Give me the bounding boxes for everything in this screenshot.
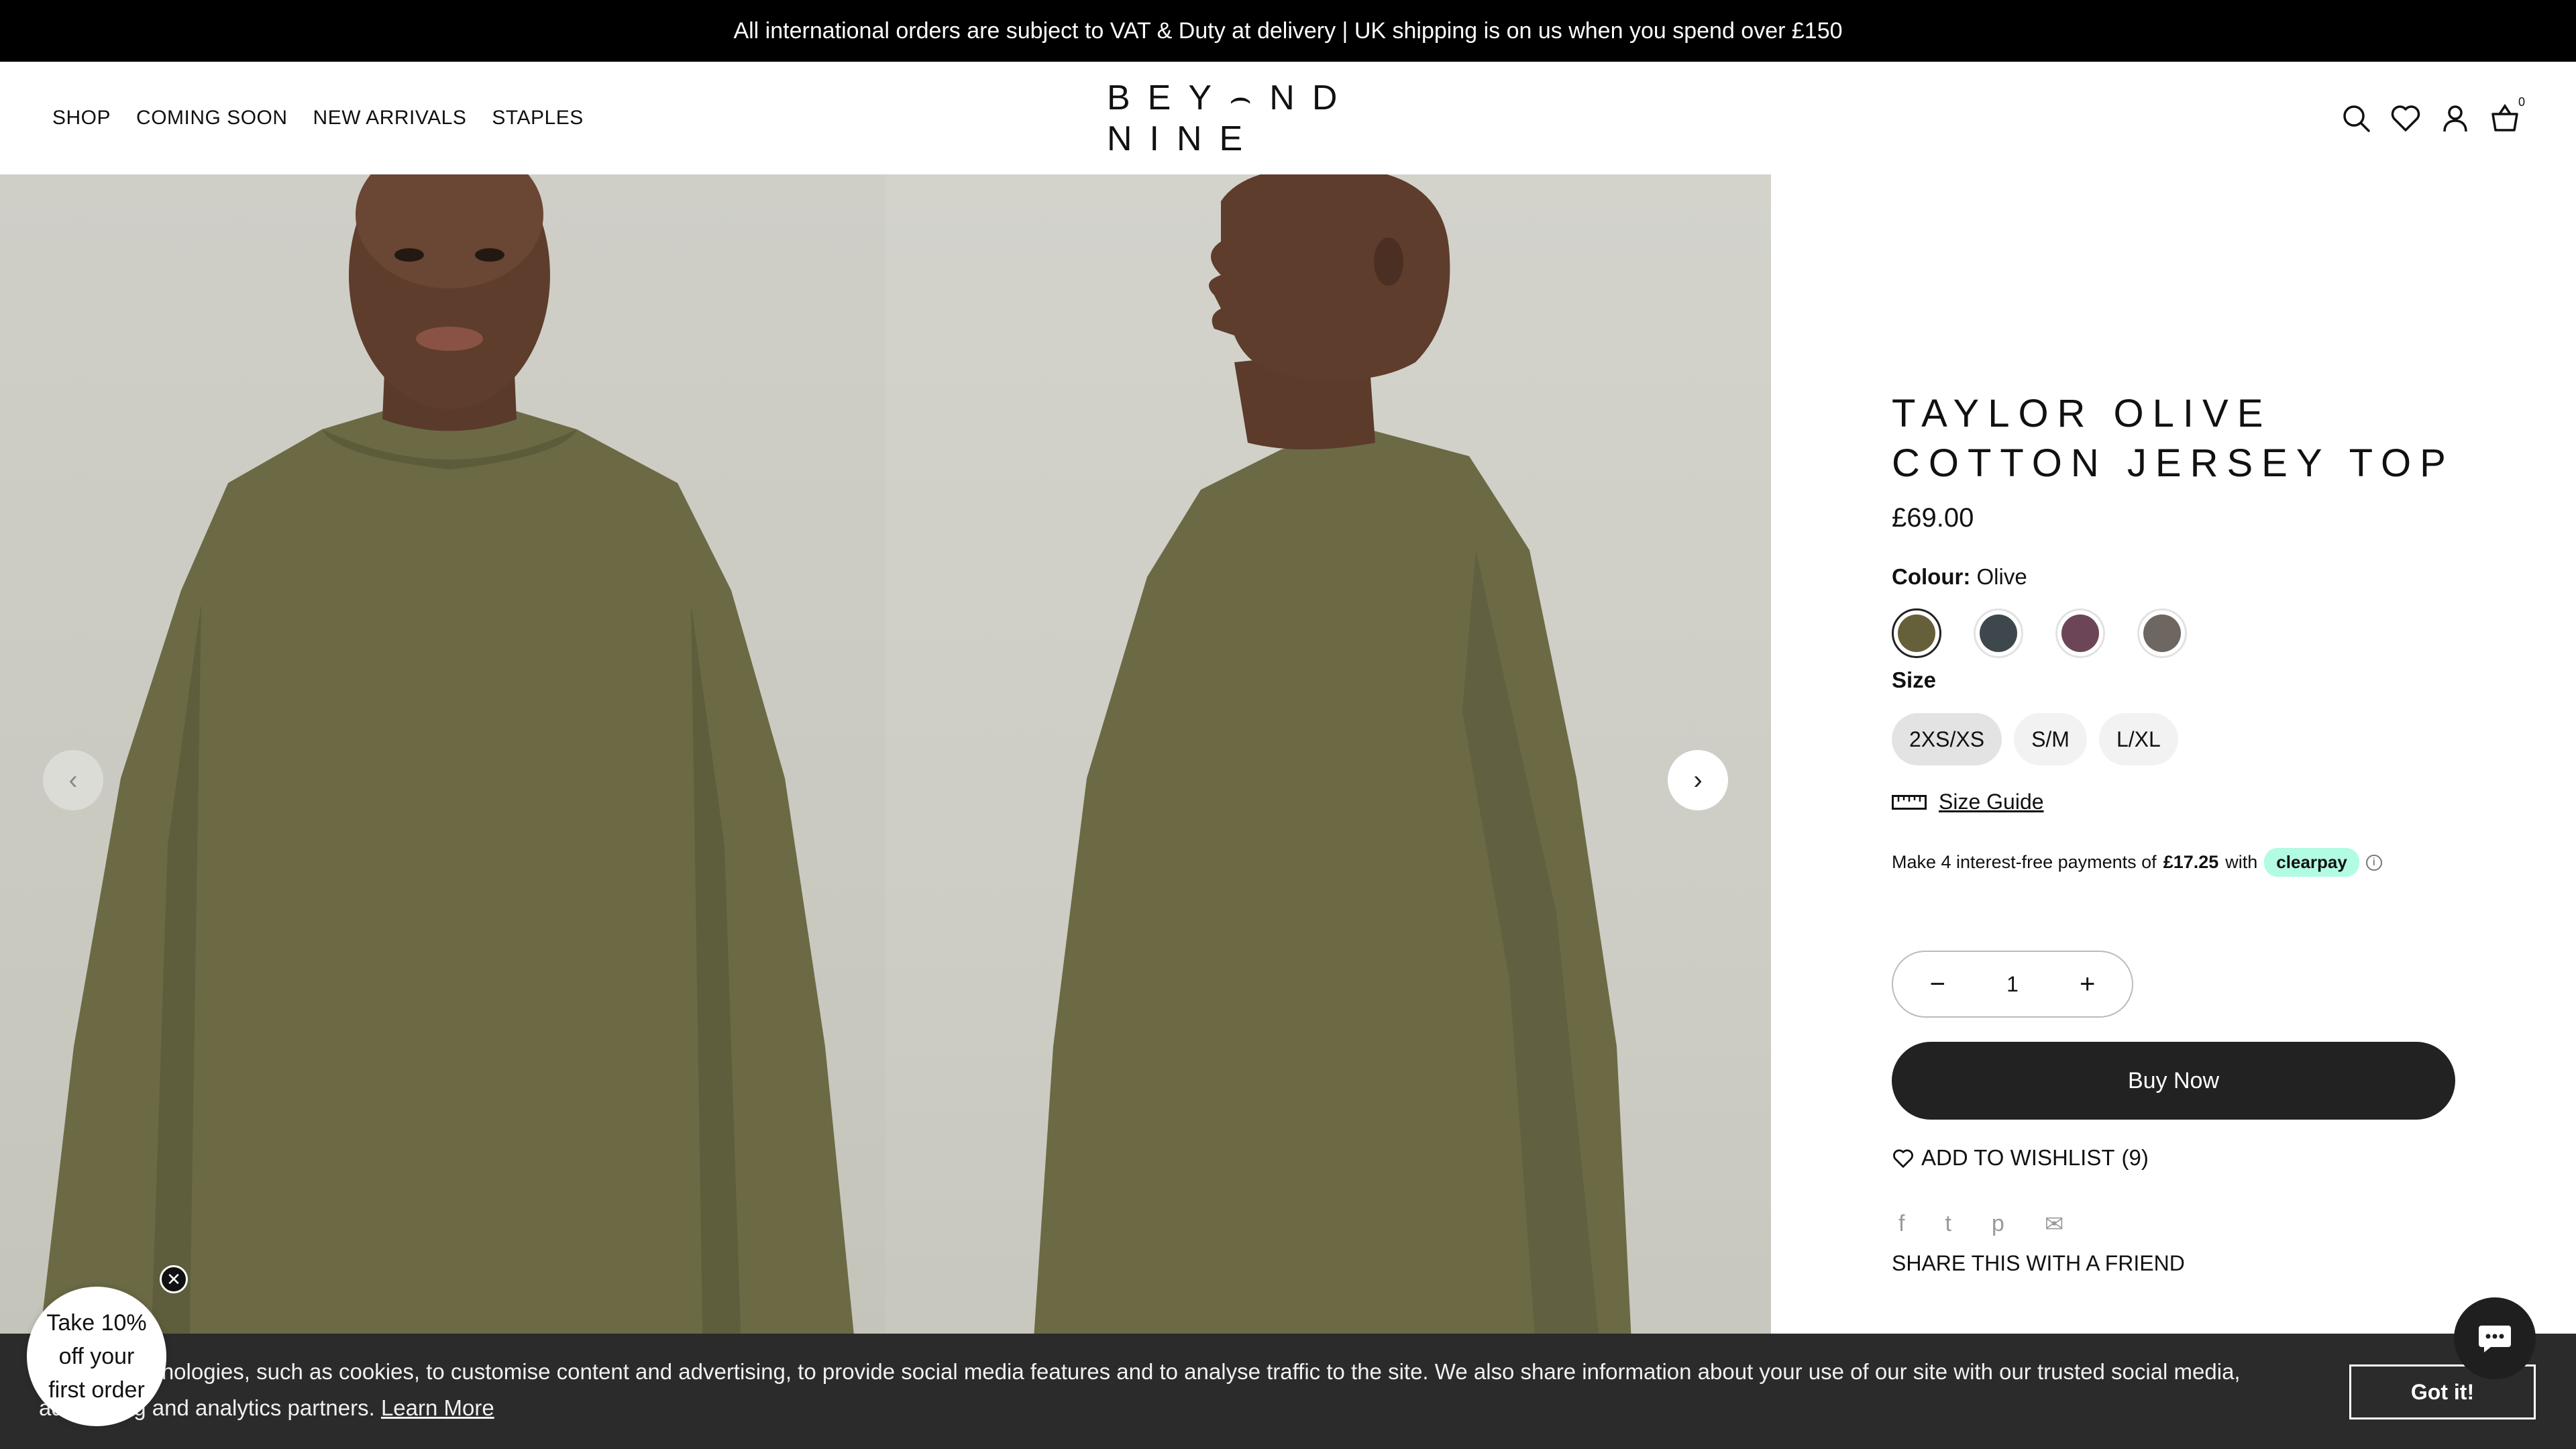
search-icon[interactable] (2339, 101, 2373, 136)
nav-new-arrivals[interactable]: NEW ARRIVALS (313, 107, 467, 129)
gallery-prev-button[interactable]: ‹ (43, 750, 103, 810)
swatch-charcoal[interactable] (1974, 608, 2023, 658)
quantity-decrease-button[interactable]: − (1917, 969, 1957, 1000)
twitter-icon[interactable]: t (1945, 1211, 1951, 1238)
cookie-text: We use technologies, such as cookies, to… (39, 1359, 2241, 1420)
product-title-line2: COTTON JERSEY TOP (1892, 441, 2455, 485)
quantity-increase-button[interactable]: + (2068, 969, 2108, 1000)
product-info: TAYLOR OLIVE COTTON JERSEY TOP £69.00 Co… (1892, 389, 2496, 1276)
info-icon[interactable]: i (2365, 854, 2382, 871)
chat-button[interactable] (2454, 1297, 2536, 1379)
nav-staples[interactable]: STAPLES (492, 107, 583, 129)
clearpay-prefix: Make 4 interest-free payments of (1892, 852, 2157, 872)
site-header: SHOP COMING SOON NEW ARRIVALS STAPLES BE… (0, 62, 2576, 174)
cart-count: 0 (2518, 95, 2525, 109)
social-share-icons: f t p ✉ (1892, 1211, 2496, 1238)
email-icon[interactable]: ✉ (2045, 1211, 2064, 1238)
discount-line1: Take 10% (46, 1310, 147, 1336)
size-options: 2XS/XS S/M L/XL (1892, 713, 2496, 765)
swatch-olive[interactable] (1892, 608, 1941, 658)
gallery-next-button[interactable]: › (1668, 750, 1728, 810)
size-s-m[interactable]: S/M (2014, 713, 2087, 765)
quantity-value[interactable]: 1 (2006, 972, 2019, 997)
size-2xs-xs[interactable]: 2XS/XS (1892, 713, 2002, 765)
announcement-text: All international orders are subject to … (733, 17, 1843, 44)
swatch-taupe[interactable] (2137, 608, 2187, 658)
heart-icon[interactable] (2388, 101, 2423, 136)
basket-icon[interactable]: 0 (2487, 95, 2525, 136)
size-label: Size (1892, 667, 1937, 692)
clearpay-logo: clearpay (2264, 848, 2359, 877)
product-title: TAYLOR OLIVE COTTON JERSEY TOP (1892, 389, 2496, 488)
site-logo[interactable]: BEY⌢ND NINE (1107, 62, 1469, 174)
swatch-plum[interactable] (2055, 608, 2105, 658)
clearpay-message: Make 4 interest-free payments of £17.25 … (1892, 848, 2496, 877)
close-icon[interactable]: ✕ (160, 1265, 188, 1293)
clearpay-with: with (2225, 852, 2258, 872)
chat-icon (2479, 1326, 2511, 1352)
ruler-icon (1892, 794, 1927, 810)
cookie-message: We use technologies, such as cookies, to… (39, 1354, 2340, 1426)
pinterest-icon[interactable]: p (1992, 1211, 2004, 1238)
facebook-icon[interactable]: f (1898, 1211, 1904, 1238)
product-gallery: ‹ › (0, 174, 1771, 1449)
colour-label-key: Colour: (1892, 564, 1971, 589)
wishlist-count: (9) (2121, 1145, 2149, 1170)
buy-now-button[interactable]: Buy Now (1892, 1042, 2455, 1120)
discount-line2: off your (58, 1344, 135, 1369)
size-guide-link[interactable]: Size Guide (1892, 790, 2496, 814)
colour-value: Olive (1976, 564, 2027, 589)
cookie-banner: We use technologies, such as cookies, to… (0, 1334, 2576, 1449)
chevron-left-icon: ‹ (68, 765, 78, 795)
size-guide-label: Size Guide (1939, 790, 2044, 814)
clearpay-amount: £17.25 (2163, 852, 2219, 872)
wishlist-label: ADD TO WISHLIST (1921, 1145, 2115, 1170)
main-nav: SHOP COMING SOON NEW ARRIVALS STAPLES (52, 62, 584, 174)
size-l-xl[interactable]: L/XL (2098, 713, 2178, 765)
discount-text: Take 10% off your first order (46, 1306, 146, 1407)
learn-more-link[interactable]: Learn More (381, 1395, 494, 1420)
nav-coming-soon[interactable]: COMING SOON (136, 107, 288, 129)
product-image-side (885, 174, 1771, 1449)
discount-popup[interactable]: Take 10% off your first order (27, 1287, 166, 1426)
header-icons: 0 (2339, 62, 2525, 174)
colour-label: Colour: Olive (1892, 564, 2496, 590)
announcement-bar: All international orders are subject to … (0, 0, 2576, 62)
product-image-front (0, 174, 885, 1449)
nav-shop[interactable]: SHOP (52, 107, 111, 129)
add-to-wishlist-button[interactable]: ADD TO WISHLIST (9) (1892, 1145, 2496, 1171)
quantity-stepper: − 1 + (1892, 951, 2133, 1018)
share-label: SHARE THIS WITH A FRIEND (1892, 1251, 2185, 1275)
heart-icon (1893, 1149, 1913, 1168)
product-title-line1: TAYLOR OLIVE (1892, 392, 2272, 435)
discount-line3: first order (48, 1377, 145, 1403)
chevron-right-icon: › (1693, 765, 1703, 795)
product-price: £69.00 (1892, 503, 1974, 533)
user-icon[interactable] (2438, 101, 2473, 136)
colour-swatches (1892, 608, 2496, 658)
